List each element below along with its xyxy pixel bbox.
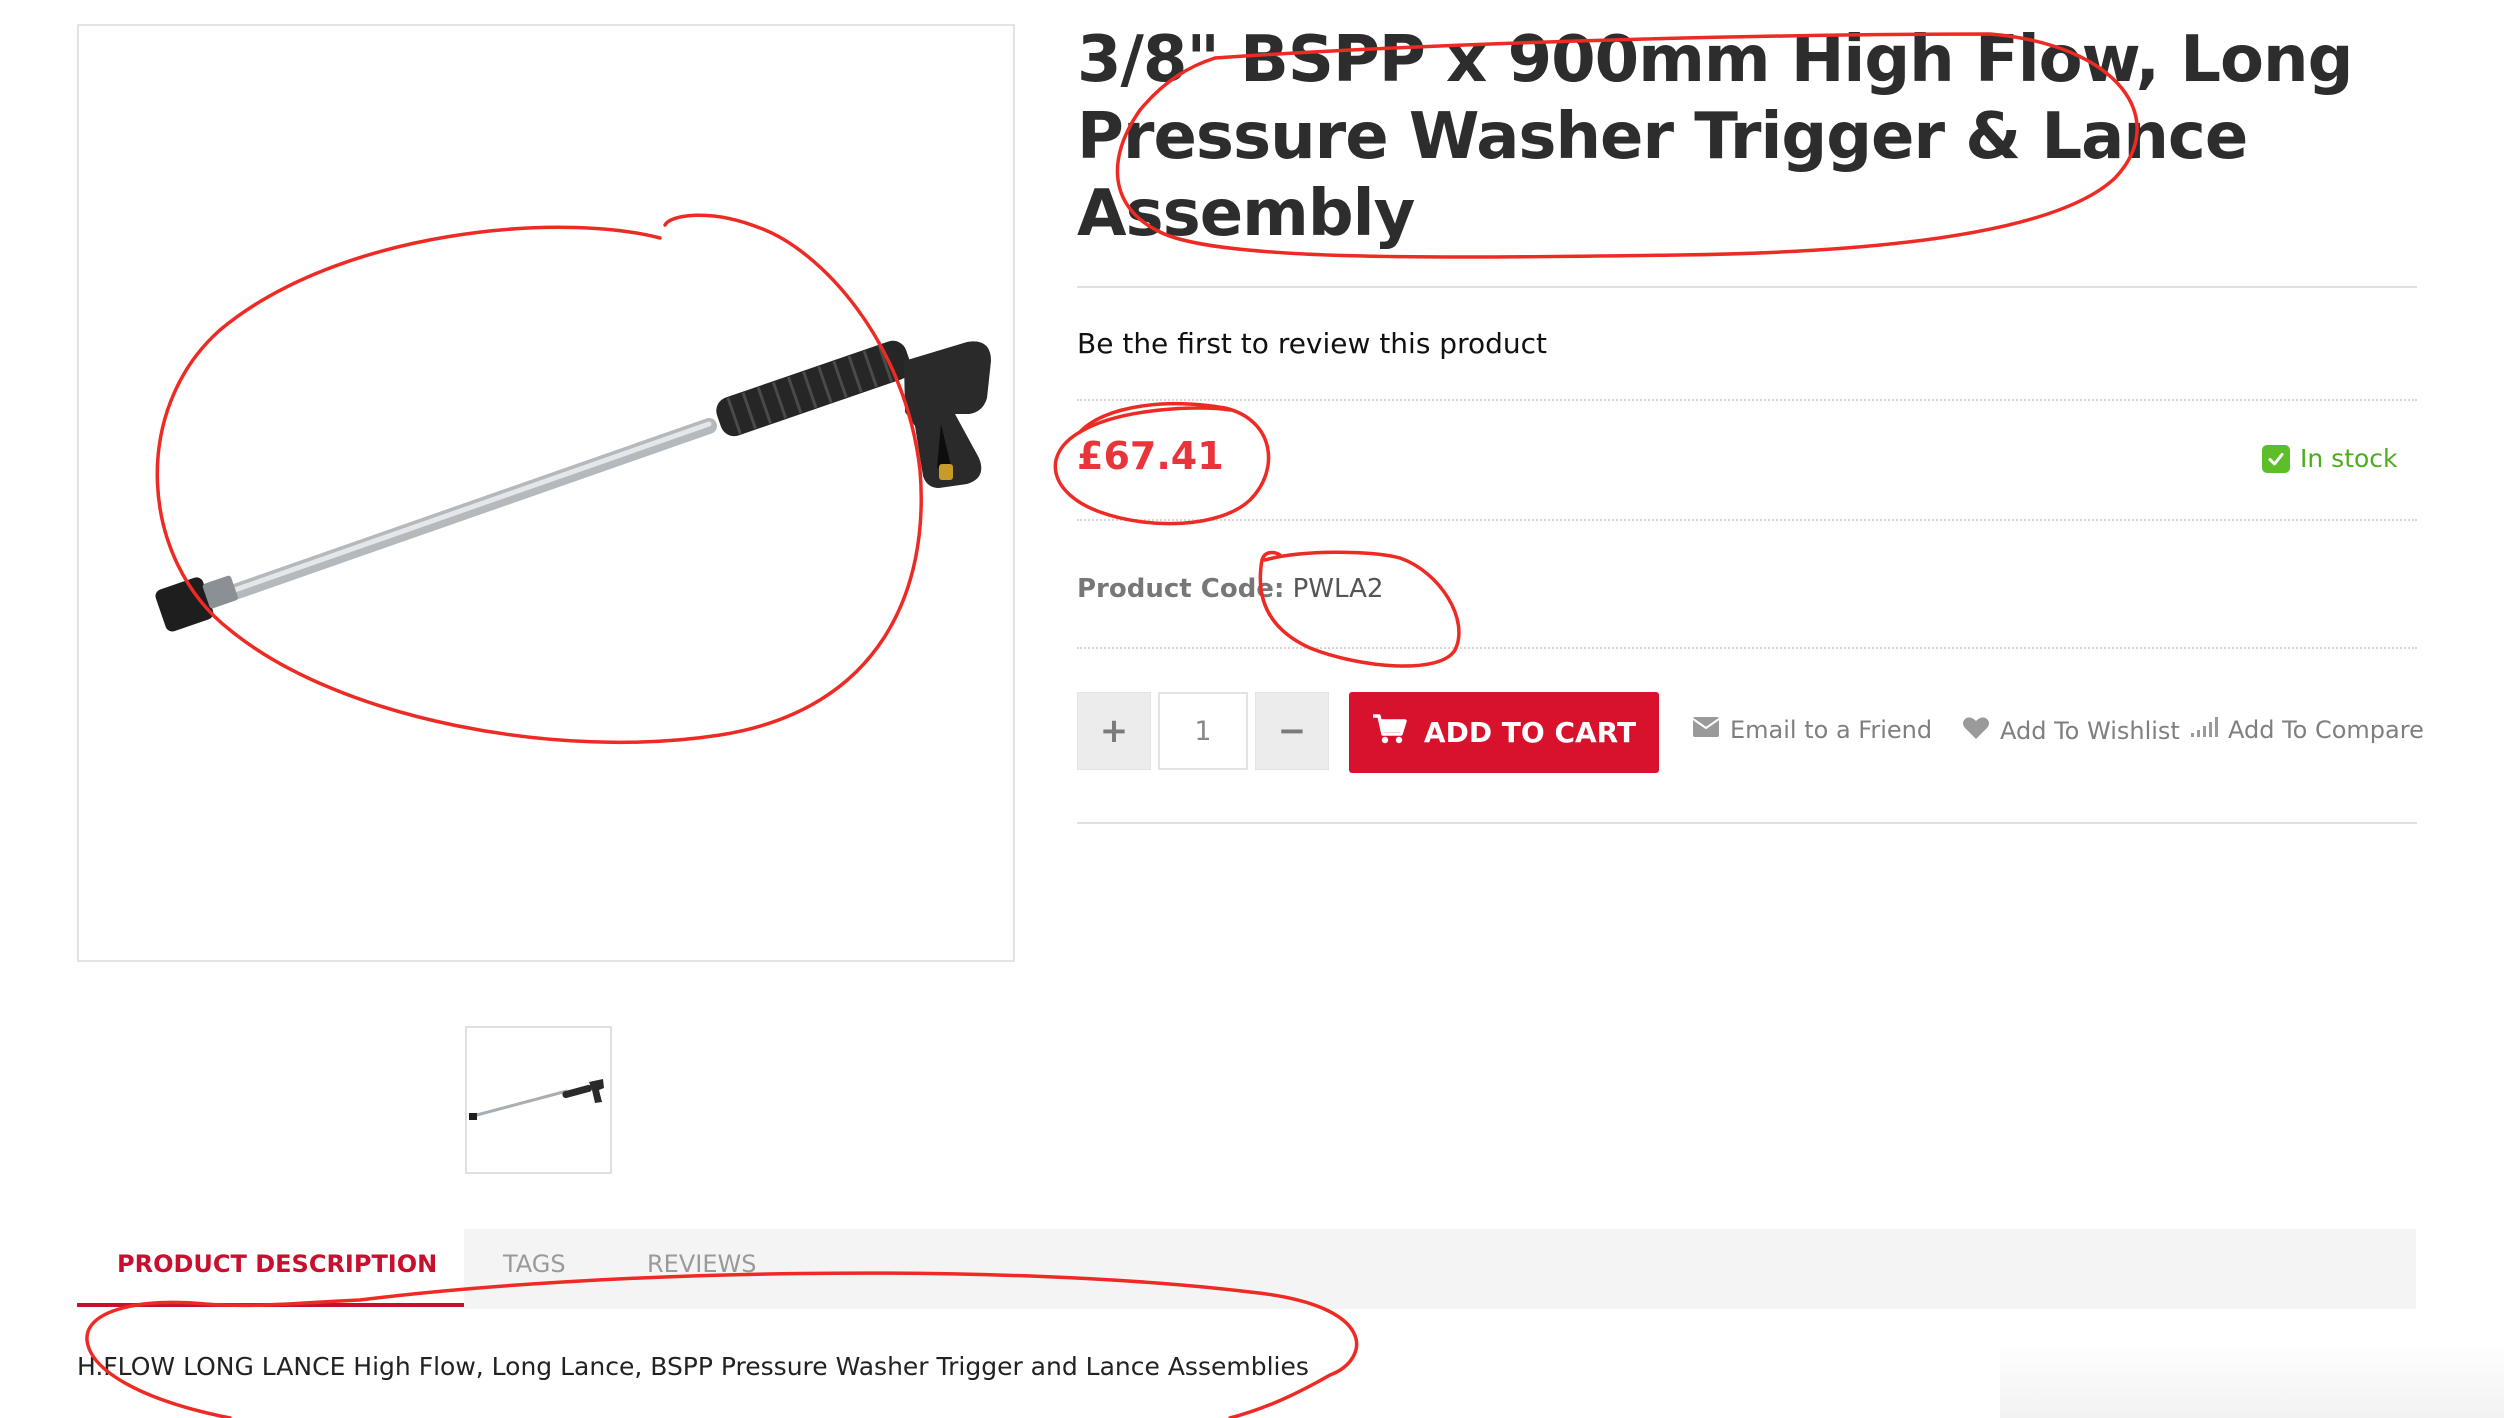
divider — [1077, 399, 2417, 401]
add-to-wishlist-label: Add To Wishlist — [2000, 717, 2180, 745]
product-price: £67.41 — [1077, 434, 1224, 478]
add-to-wishlist-link[interactable]: Add To Wishlist — [1962, 716, 2180, 746]
active-tab-indicator — [77, 1303, 464, 1307]
envelope-icon — [1692, 716, 1720, 744]
lance-thumbnail-image — [469, 1079, 604, 1120]
product-title-line-2: Pressure Washer Trigger & Lance — [1077, 100, 2248, 174]
tab-tags[interactable]: TAGS — [503, 1250, 566, 1278]
cart-icon — [1372, 713, 1408, 752]
divider — [1077, 647, 2417, 649]
divider — [1077, 822, 2417, 824]
divider — [1077, 519, 2417, 521]
stock-status: In stock — [2262, 444, 2398, 473]
product-title: 3/8" BSPP x 900mm High Flow, Long Pressu… — [1077, 22, 2457, 253]
product-description-text: H.FLOW LONG LANCE High Flow, Long Lance,… — [77, 1352, 1309, 1381]
page-fade — [2000, 1340, 2504, 1418]
product-code: Product Code: PWLA2 — [1077, 574, 1383, 604]
quantity-decrease-button[interactable]: − — [1255, 692, 1329, 770]
tab-product-description[interactable]: PRODUCT DESCRIPTION — [117, 1250, 437, 1278]
lance-image — [155, 340, 991, 632]
add-to-cart-button[interactable]: ADD TO CART — [1349, 692, 1659, 773]
review-link[interactable]: Be the first to review this product — [1077, 327, 1547, 360]
bar-chart-icon — [2190, 716, 2218, 744]
quantity-increase-button[interactable]: + — [1077, 692, 1151, 770]
check-icon — [2262, 444, 2290, 473]
main-product-image[interactable] — [77, 24, 1015, 962]
tab-bar — [464, 1229, 2416, 1309]
email-friend-link[interactable]: Email to a Friend — [1692, 716, 1932, 744]
quantity-input[interactable] — [1158, 692, 1248, 770]
heart-icon — [1962, 716, 1990, 746]
stock-status-label: In stock — [2300, 444, 2398, 473]
product-title-line-1: 3/8" BSPP x 900mm High Flow, Long — [1077, 23, 2353, 97]
add-to-cart-label: ADD TO CART — [1423, 716, 1637, 749]
add-to-compare-link[interactable]: Add To Compare — [2190, 716, 2424, 744]
add-to-compare-label: Add To Compare — [2228, 716, 2424, 744]
product-code-value: PWLA2 — [1292, 574, 1384, 604]
product-thumbnail[interactable] — [465, 1026, 612, 1174]
tab-reviews[interactable]: REVIEWS — [647, 1250, 756, 1278]
product-title-line-3: Assembly — [1077, 177, 1415, 251]
product-code-label: Product Code: — [1077, 574, 1285, 604]
title-divider — [1077, 286, 2417, 288]
email-friend-label: Email to a Friend — [1730, 716, 1933, 744]
